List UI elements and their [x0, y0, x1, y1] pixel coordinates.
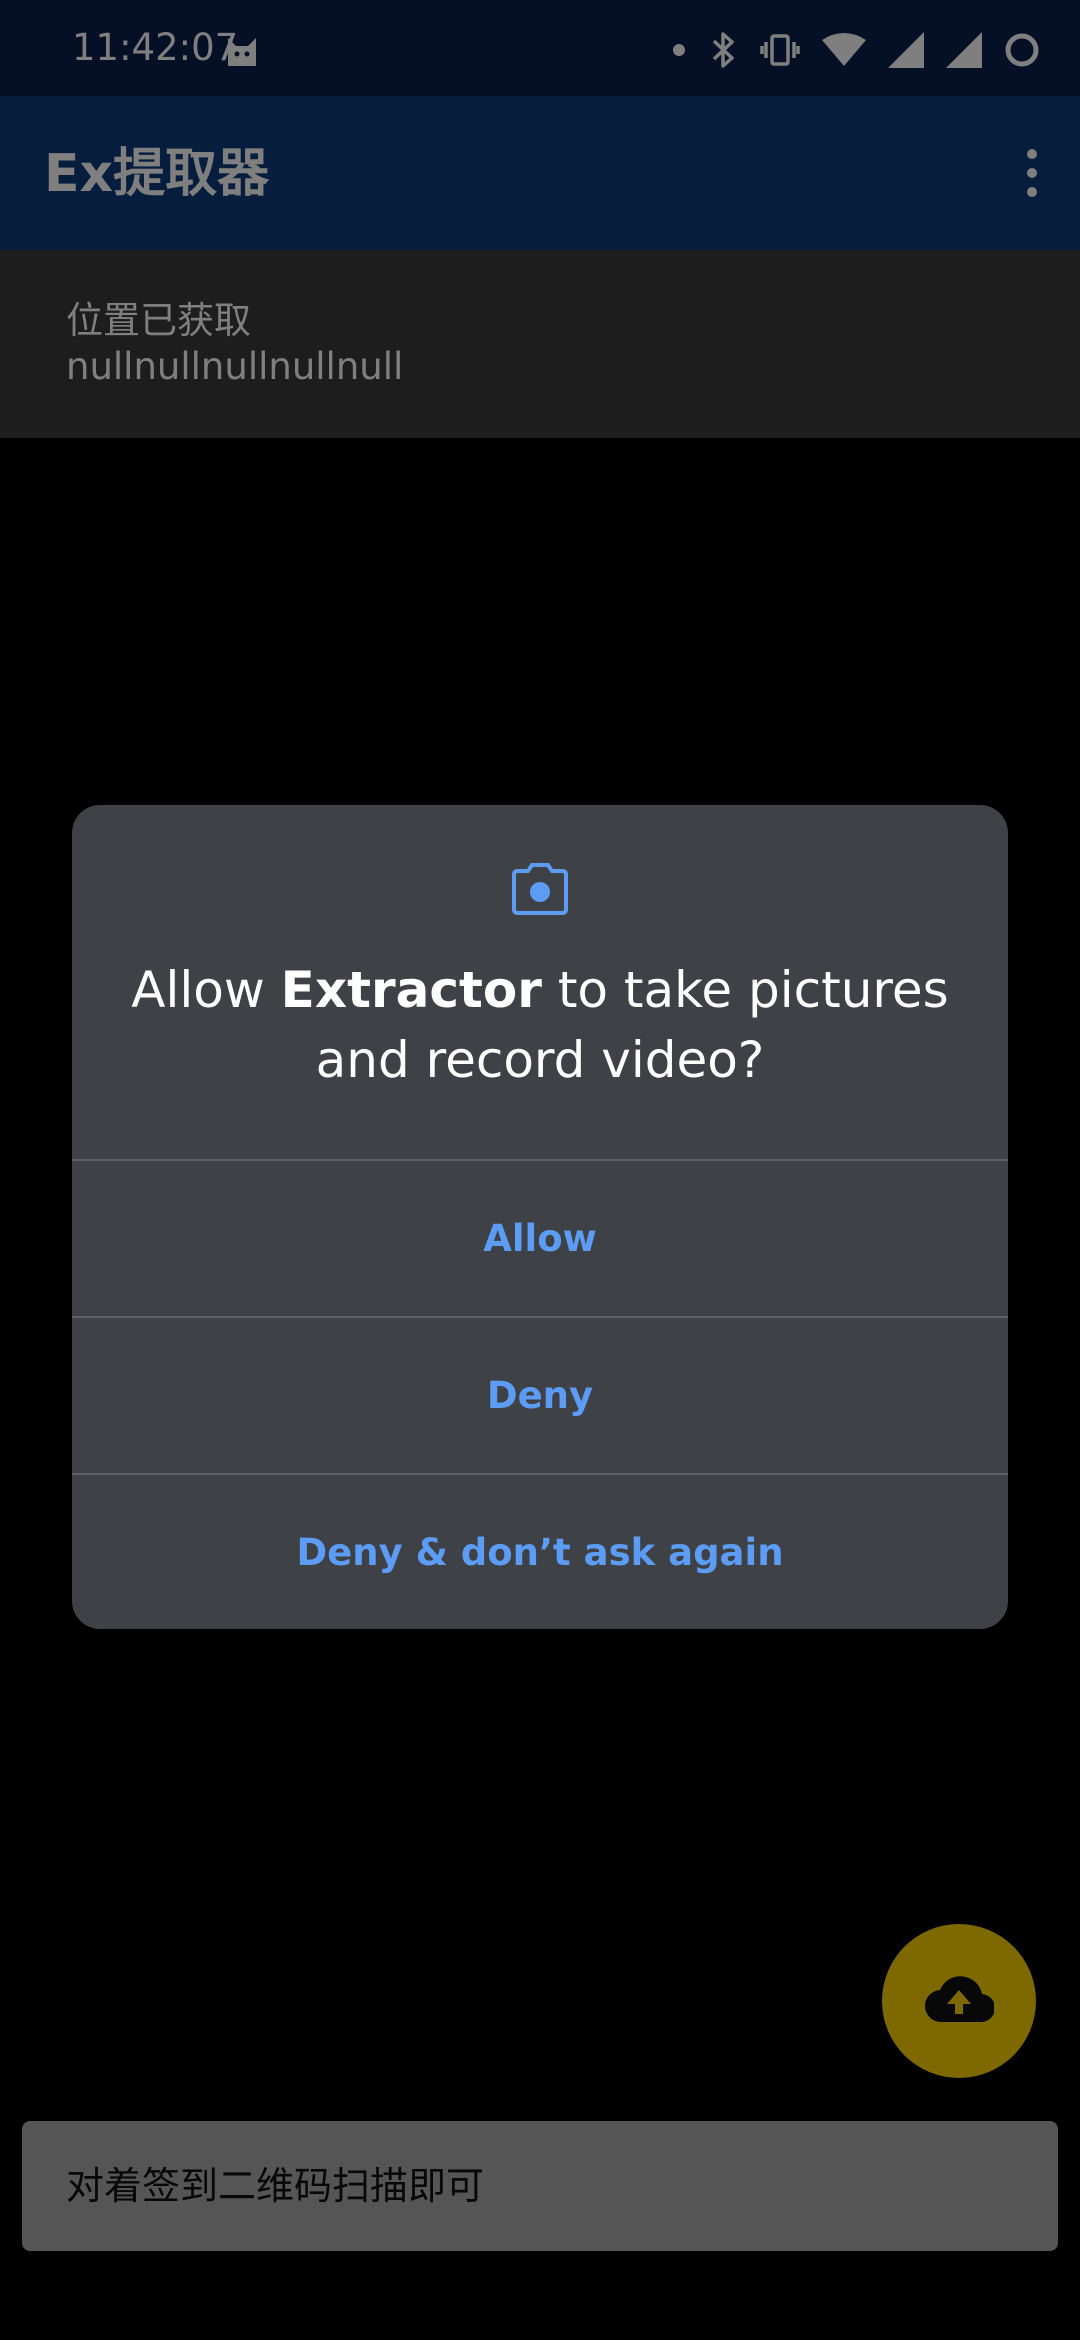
permission-dialog: Allow Extractor to take pictures and rec…	[72, 805, 1008, 1629]
dialog-title: Allow Extractor to take pictures and rec…	[112, 955, 968, 1095]
dialog-title-prefix: Allow	[131, 961, 281, 1019]
dialog-app-name: Extractor	[280, 961, 542, 1019]
camera-icon	[510, 861, 570, 917]
deny-dont-ask-again-button[interactable]: Deny & don’t ask again	[72, 1473, 1008, 1629]
screen: 11:42:07	[0, 0, 1080, 2340]
allow-button[interactable]: Allow	[72, 1159, 1008, 1315]
deny-button[interactable]: Deny	[72, 1316, 1008, 1472]
